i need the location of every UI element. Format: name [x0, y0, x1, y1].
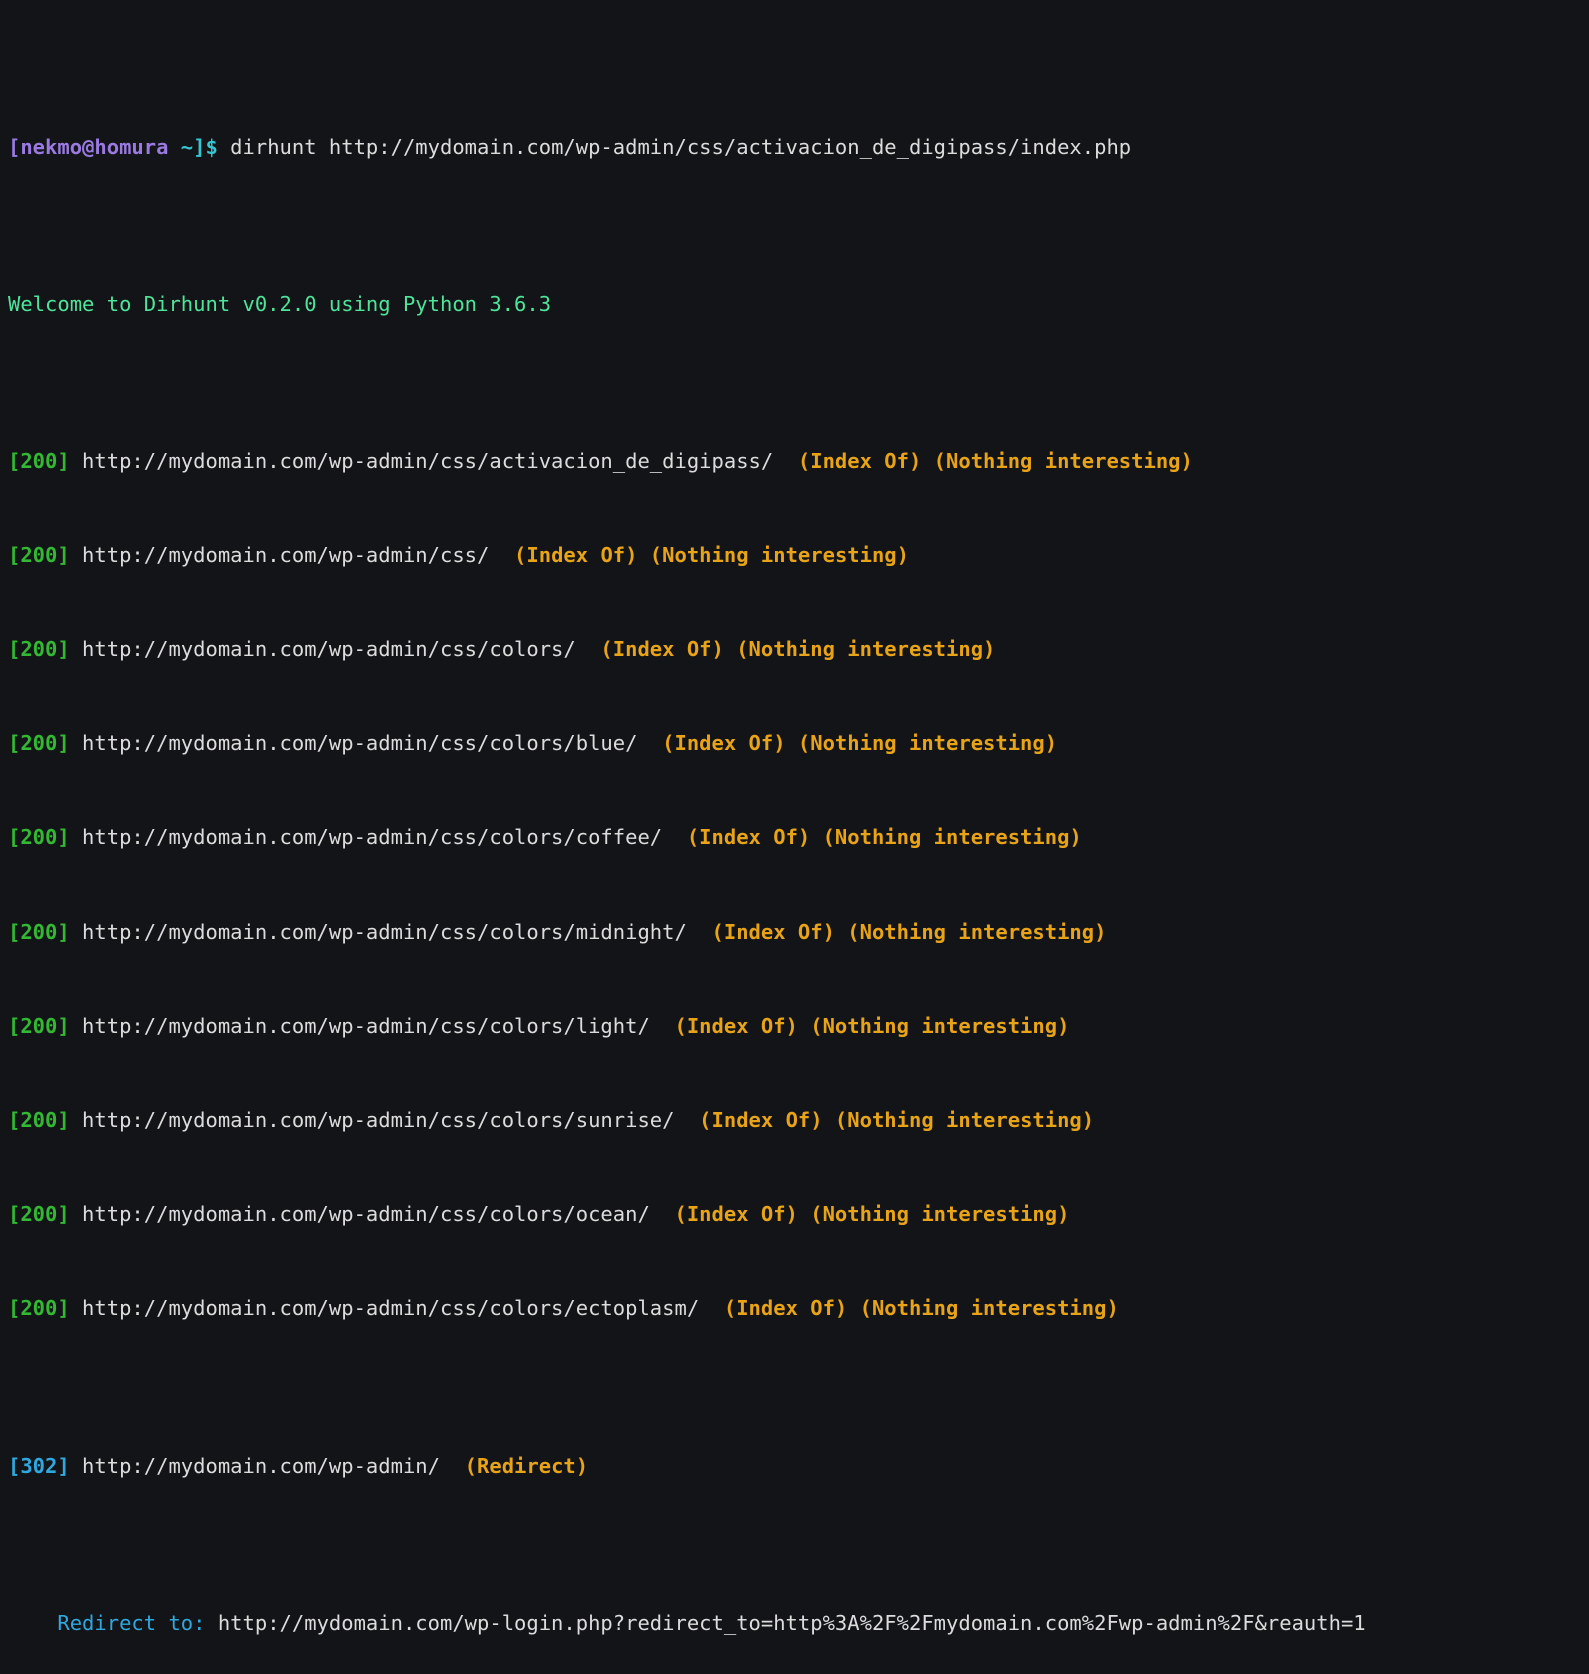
prompt-user-host: nekmo@homura: [20, 134, 169, 159]
result-url: http://mydomain.com/wp-admin/css/colors/: [69, 637, 589, 662]
result-line: [200] http://mydomain.com/wp-admin/css/c…: [8, 1105, 1589, 1136]
welcome-text: Welcome to Dirhunt v0.2.0 using Python 3…: [8, 291, 552, 316]
status-code: [200]: [8, 731, 70, 756]
redirect-url: http://mydomain.com/wp-login.php?redirec…: [205, 1610, 1366, 1635]
command-text: dirhunt http://mydomain.com/wp-admin/css…: [217, 134, 1132, 159]
result-line: [302] http://mydomain.com/wp-admin/ (Red…: [8, 1451, 1589, 1482]
welcome-line: Welcome to Dirhunt v0.2.0 using Python 3…: [8, 289, 1589, 320]
status-code: [200]: [8, 1108, 70, 1133]
prompt-line: [nekmo@homura ~]$ dirhunt http://mydomai…: [8, 132, 1589, 163]
prompt-dollar-sign: $: [205, 134, 218, 159]
terminal-window[interactable]: [nekmo@homura ~]$ dirhunt http://mydomai…: [0, 0, 1589, 1635]
result-flags: (Index Of) (Nothing interesting): [588, 637, 996, 662]
result-flags: (Index Of) (Nothing interesting): [501, 542, 909, 567]
status-code: [302]: [8, 1453, 70, 1478]
result-line: [200] http://mydomain.com/wp-admin/css/a…: [8, 446, 1589, 477]
result-line: [200] http://mydomain.com/wp-admin/css/c…: [8, 822, 1589, 853]
prompt-bracket-close: ]: [193, 134, 206, 159]
prompt-bracket-open: [: [8, 134, 21, 159]
status-code: [200]: [8, 825, 70, 850]
status-code: [200]: [8, 1013, 70, 1038]
result-url: http://mydomain.com/wp-admin/css/colors/…: [69, 1296, 712, 1321]
result-url: http://mydomain.com/wp-admin/css/colors/…: [69, 825, 675, 850]
result-flags: (Index Of) (Nothing interesting): [699, 919, 1107, 944]
status-code: [200]: [8, 1296, 70, 1321]
result-line: [200] http://mydomain.com/wp-admin/css/c…: [8, 1199, 1589, 1230]
result-line: [200] http://mydomain.com/wp-admin/css/c…: [8, 1293, 1589, 1324]
result-flags: (Index Of) (Nothing interesting): [674, 825, 1082, 850]
result-url: http://mydomain.com/wp-admin/: [69, 1453, 453, 1478]
result-line: [200] http://mydomain.com/wp-admin/css/c…: [8, 634, 1589, 665]
result-url: http://mydomain.com/wp-admin/css/colors/…: [69, 1108, 687, 1133]
result-flags: (Index Of) (Nothing interesting): [686, 1108, 1095, 1133]
result-flags: (Index Of) (Nothing interesting): [662, 1013, 1070, 1038]
result-line: [200] http://mydomain.com/wp-admin/css/c…: [8, 728, 1589, 759]
result-line: [200] http://mydomain.com/wp-admin/css/c…: [8, 917, 1589, 948]
redirect-label: Redirect to:: [57, 1610, 206, 1635]
result-line: [200] http://mydomain.com/wp-admin/css/ …: [8, 540, 1589, 571]
prompt-tilde: ~: [168, 134, 194, 159]
status-code: [200]: [8, 1202, 70, 1227]
result-url: http://mydomain.com/wp-admin/css/activac…: [69, 448, 786, 473]
result-flags: (Index Of) (Nothing interesting): [785, 448, 1193, 473]
status-code: [200]: [8, 919, 70, 944]
result-flags: (Redirect): [452, 1453, 589, 1478]
status-code: [200]: [8, 542, 70, 567]
result-url: http://mydomain.com/wp-admin/css/colors/…: [69, 1013, 663, 1038]
result-url: http://mydomain.com/wp-admin/css/: [69, 542, 502, 567]
status-code: [200]: [8, 637, 70, 662]
redirect-detail-line: Redirect to: http://mydomain.com/wp-logi…: [8, 1608, 1589, 1639]
result-url: http://mydomain.com/wp-admin/css/colors/…: [69, 1202, 663, 1227]
status-code: [200]: [8, 448, 70, 473]
result-line: [200] http://mydomain.com/wp-admin/css/c…: [8, 1011, 1589, 1042]
result-flags: (Index Of) (Nothing interesting): [649, 731, 1058, 756]
result-flags: (Index Of) (Nothing interesting): [711, 1296, 1119, 1321]
result-url: http://mydomain.com/wp-admin/css/colors/…: [69, 919, 700, 944]
result-flags: (Index Of) (Nothing interesting): [662, 1202, 1070, 1227]
result-url: http://mydomain.com/wp-admin/css/colors/…: [69, 731, 650, 756]
